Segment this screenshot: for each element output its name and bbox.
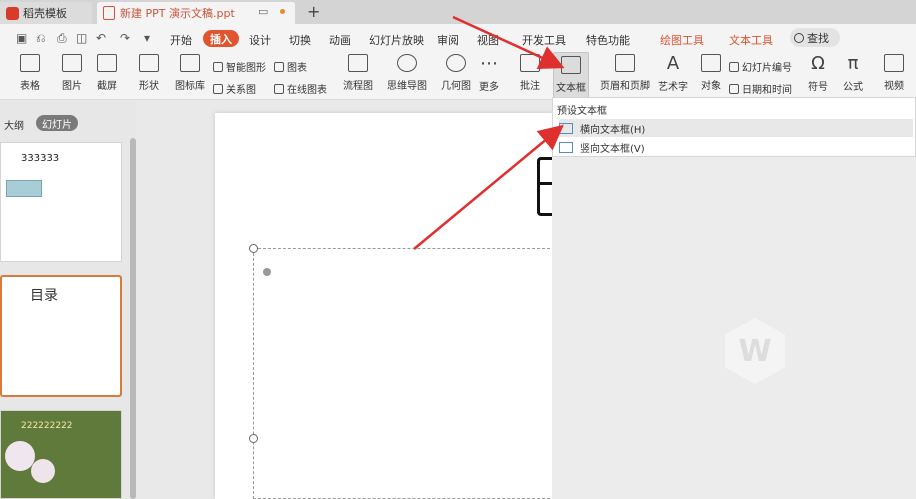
arrow-to-horizontal-textbox	[413, 124, 564, 250]
arrow-to-textbox-button	[452, 15, 565, 70]
annotation-arrows	[413, 15, 565, 250]
